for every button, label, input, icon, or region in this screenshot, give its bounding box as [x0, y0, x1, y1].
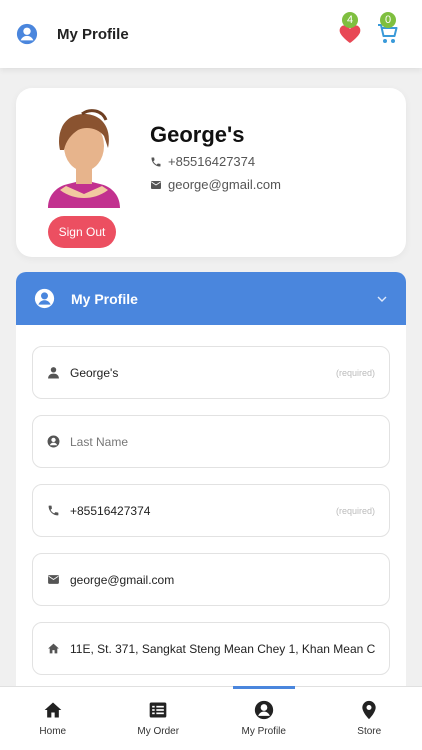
- wishlist-count-badge: 4: [342, 12, 358, 28]
- phone-icon: [48, 505, 59, 516]
- profile-name: George's: [150, 122, 245, 147]
- profile-phone: +85516427374: [150, 154, 255, 169]
- profile-email-text: george@gmail.com: [168, 177, 281, 192]
- home-icon: [44, 702, 62, 718]
- nav-item-home[interactable]: Home: [0, 687, 106, 750]
- first-name-field[interactable]: George's (required): [32, 346, 390, 399]
- avatar: [48, 109, 120, 208]
- profile-section-header[interactable]: My Profile: [16, 272, 406, 325]
- section-title: My Profile: [71, 290, 138, 307]
- last-name-field[interactable]: Last Name: [32, 415, 390, 468]
- cart-button[interactable]: 0: [376, 12, 400, 46]
- envelope-icon: [151, 180, 161, 189]
- profile-phone-text: +85516427374: [168, 154, 256, 169]
- profile-summary-card: Sign Out George's +85516427374 george@gm…: [16, 88, 406, 257]
- address-value: 11E, St. 371, Sangkat Steng Mean Chey 1,…: [70, 641, 375, 656]
- profile-form-card: My Profile George's (required) Last Name…: [16, 272, 406, 742]
- last-name-placeholder: Last Name: [70, 434, 129, 449]
- nav-item-my-order[interactable]: My Order: [106, 687, 212, 750]
- user-circle-icon: [254, 700, 273, 720]
- location-pin-icon: [362, 700, 376, 720]
- cart-count-badge: 0: [380, 12, 396, 28]
- required-hint: (required): [335, 505, 375, 516]
- email-field[interactable]: george@gmail.com: [32, 553, 390, 606]
- user-circle-icon: [34, 288, 55, 309]
- wishlist-button[interactable]: 4: [338, 12, 362, 46]
- user-icon: [48, 367, 59, 379]
- nav-item-label: Home: [39, 726, 67, 737]
- user-circle-icon: [47, 435, 60, 448]
- top-app-bar: My Profile 4 0: [0, 0, 422, 68]
- profile-email: george@gmail.com: [150, 177, 281, 192]
- sign-out-button[interactable]: Sign Out: [48, 216, 116, 248]
- phone-icon: [151, 157, 161, 166]
- bottom-navigation: Home My Order My Profile Store: [0, 686, 422, 750]
- chevron-down-icon[interactable]: [376, 293, 388, 305]
- first-name-value: George's: [70, 365, 119, 380]
- address-field[interactable]: 11E, St. 371, Sangkat Steng Mean Chey 1,…: [32, 622, 390, 675]
- envelope-icon: [48, 575, 59, 584]
- page-title: My Profile: [57, 25, 129, 43]
- nav-item-label: My Order: [137, 726, 180, 737]
- nav-item-store[interactable]: Store: [317, 687, 422, 750]
- user-circle-icon[interactable]: [16, 23, 38, 45]
- list-icon: [149, 702, 167, 718]
- required-hint: (required): [335, 367, 375, 378]
- phone-field[interactable]: +85516427374 (required): [32, 484, 390, 537]
- nav-item-label: My Profile: [241, 726, 286, 737]
- nav-item-my-profile[interactable]: My Profile: [211, 686, 317, 750]
- home-icon: [48, 643, 59, 654]
- phone-value: +85516427374: [70, 503, 151, 518]
- email-value: george@gmail.com: [70, 572, 175, 587]
- nav-item-label: Store: [357, 726, 382, 737]
